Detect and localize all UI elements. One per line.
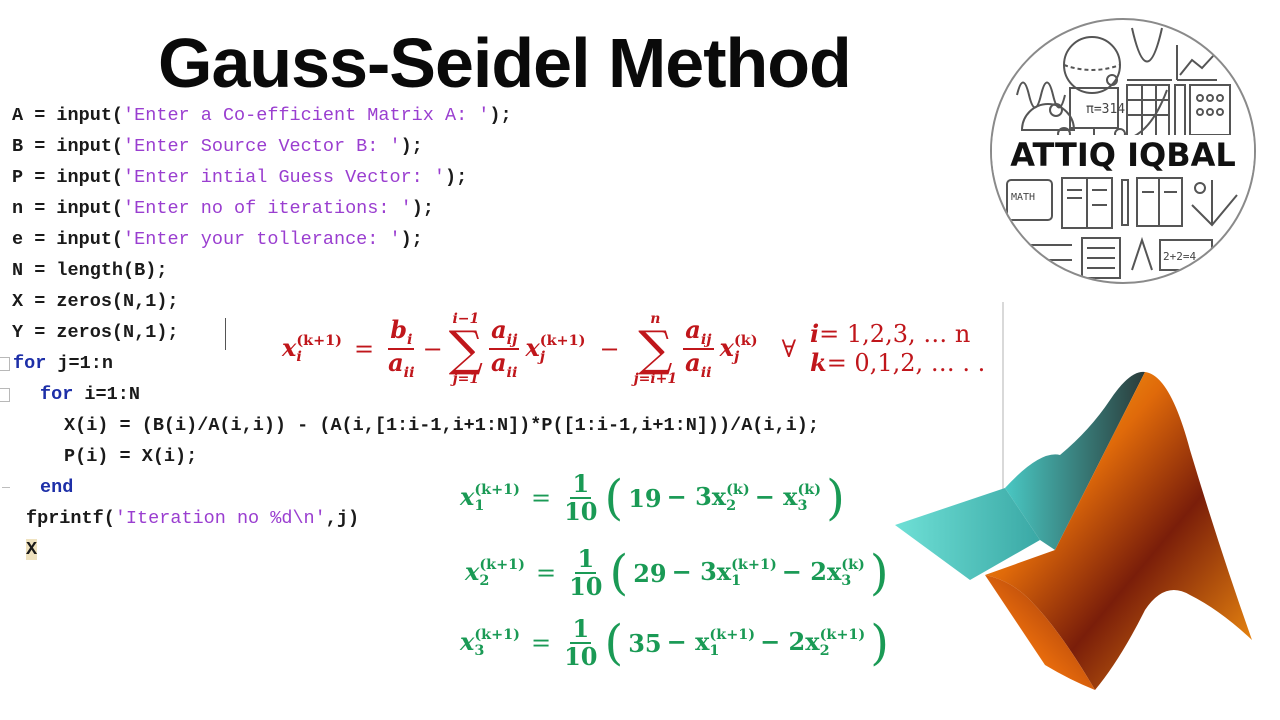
- equation-x1: x (k+1) 1 = 1 10 ( 19 − 3x (k) 2 − x (k) 3 ): [460, 468, 845, 526]
- code-string: 'Enter no of iterations: ': [123, 198, 412, 219]
- minus-sign: −: [422, 335, 443, 363]
- code-text: X: [26, 539, 38, 560]
- code-line: P(i) = X(i);: [64, 446, 198, 467]
- code-string: 'Enter a Co-efficient Matrix A: ': [123, 105, 490, 126]
- fold-end-icon: [2, 487, 10, 488]
- code-text: B = input(: [12, 136, 124, 157]
- logo-text: ATTIQ IQBAL: [1010, 136, 1236, 174]
- minus-sign: −: [599, 335, 620, 363]
- code-line: for i=1:N: [40, 379, 140, 410]
- code-text: );: [400, 136, 423, 157]
- page-title: Gauss-Seidel Method: [158, 24, 852, 102]
- code-line: A = input('Enter a Co-efficient Matrix A…: [12, 100, 512, 131]
- fraction-aij-over-aii: aij aii: [489, 315, 520, 381]
- term-x-old: x (k) j: [719, 332, 758, 366]
- equation-x2: x (k+1) 2 = 1 10 ( 29 − 3x (k+1) 1 − 2x (k) 3 ): [465, 543, 889, 601]
- code-line: P = input('Enter intial Guess Vector: ')…: [12, 162, 467, 193]
- lhs: x (k+1) i: [282, 332, 342, 366]
- code-string: 'Enter intial Guess Vector: ': [123, 167, 445, 188]
- fold-end-marker: [0, 472, 14, 503]
- code-keyword: for: [40, 384, 74, 405]
- svg-text:2+2=4: 2+2=4: [1163, 250, 1196, 263]
- forall-symbol: ∀: [781, 335, 797, 363]
- code-line: n = input('Enter no of iterations: ');: [12, 193, 434, 224]
- matlab-logo-icon: [895, 371, 1252, 690]
- code-text: n = input(: [12, 198, 124, 219]
- code-line: Y = zeros(N,1);: [12, 322, 179, 343]
- fold-toggle-inner[interactable]: [0, 379, 14, 410]
- code-line: X(i) = (B(i)/A(i,i)) - (A(i,[1:i-1,i+1:N…: [64, 415, 819, 436]
- fold-icon[interactable]: [0, 388, 10, 402]
- code-text: i=1:N: [73, 384, 140, 405]
- code-line: end: [40, 472, 73, 503]
- svg-text:MATH: MATH: [1011, 192, 1035, 203]
- code-line: X: [26, 534, 38, 565]
- equation-x3: x (k+1) 3 = 1 10 ( 35 − x (k+1) 1 − 2x (k+1) 2 …: [460, 613, 889, 671]
- summation-upper: n ∑ j=i+1: [633, 311, 678, 387]
- code-keyword: end: [40, 477, 74, 498]
- code-text: P = input(: [12, 167, 124, 188]
- code-text: );: [411, 198, 434, 219]
- code-text: );: [400, 229, 423, 250]
- code-text: );: [489, 105, 512, 126]
- code-text: j=1:n: [46, 353, 113, 374]
- equals-sign: =: [353, 335, 375, 363]
- code-string: 'Iteration no %d\n': [114, 508, 326, 529]
- fraction-b-over-a: bi aii: [388, 315, 415, 381]
- code-string: 'Enter your tollerance: ': [123, 229, 401, 250]
- code-line: e = input('Enter your tollerance: ');: [12, 224, 423, 255]
- code-line: N = length(B);: [12, 260, 168, 281]
- code-line: fprintf('Iteration no %d\n',j): [26, 503, 359, 534]
- text-cursor: [225, 318, 226, 350]
- code-keyword: for: [13, 353, 47, 374]
- code-text: );: [444, 167, 468, 188]
- code-text: e = input(: [12, 229, 124, 250]
- channel-logo: π=314 MATH 2+2=4 ATTIQ IQBAL: [990, 18, 1256, 284]
- code-line: X = zeros(N,1);: [12, 291, 179, 312]
- code-line: B = input('Enter Source Vector B: ');: [12, 131, 423, 162]
- summation-lower: i−1 ∑ j=1: [448, 311, 483, 387]
- fold-icon[interactable]: [0, 357, 10, 371]
- code-string: 'Enter Source Vector B: ': [123, 136, 401, 157]
- fold-toggle-outer[interactable]: [0, 348, 14, 379]
- term-x-new: x (k+1) j: [525, 332, 586, 366]
- code-text: ,j): [325, 508, 360, 529]
- svg-text:π=314: π=314: [1086, 102, 1125, 117]
- code-text: A = input(: [12, 105, 124, 126]
- fraction-aij-over-aii: aij aii: [683, 315, 714, 381]
- code-text: fprintf(: [26, 508, 115, 529]
- code-line: for j=1:n: [13, 348, 113, 379]
